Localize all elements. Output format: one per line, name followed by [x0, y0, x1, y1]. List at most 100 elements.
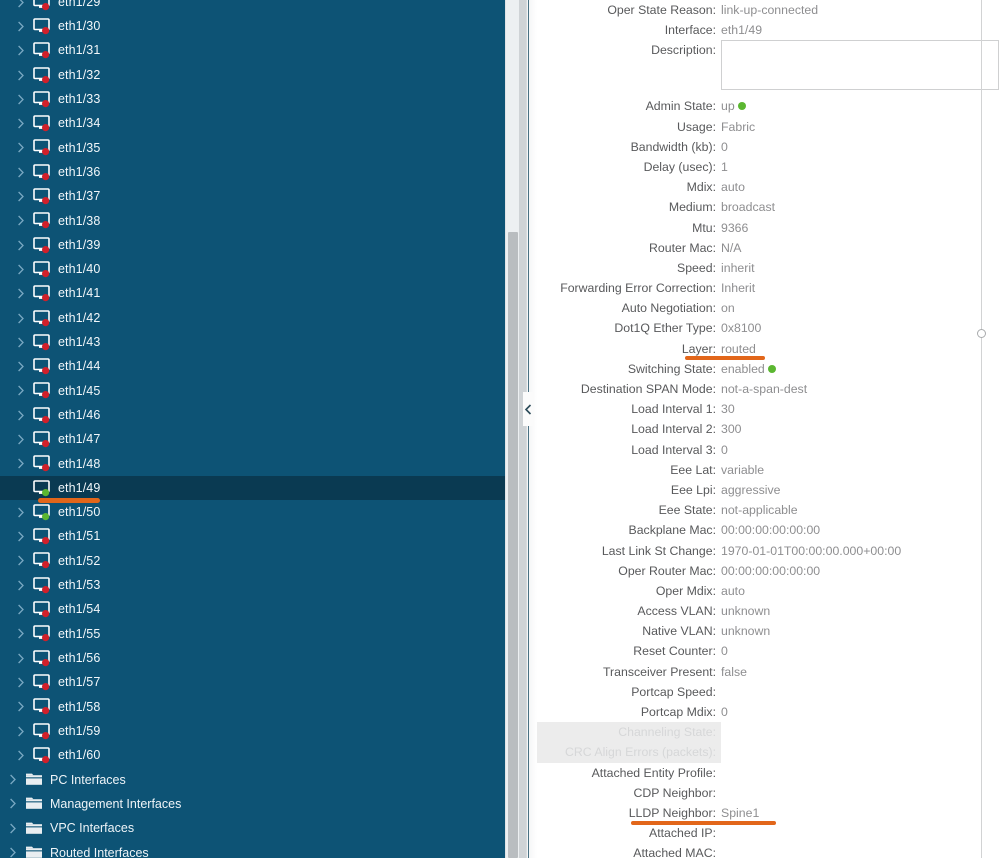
chevron-right-icon[interactable] [17, 385, 25, 396]
chevron-right-icon[interactable] [17, 240, 25, 251]
tree-item-eth1-33[interactable]: eth1/33 [0, 87, 519, 111]
description-textarea[interactable] [721, 40, 999, 91]
chevron-right-icon[interactable] [9, 774, 17, 785]
tree-item-eth1-40[interactable]: eth1/40 [0, 257, 519, 281]
tree-expand-toggle[interactable] [14, 0, 28, 8]
tree-expand-toggle[interactable] [14, 580, 28, 591]
panel-splitter[interactable] [519, 0, 537, 858]
tree-folder-routed-interfaces[interactable]: Routed Interfaces [0, 840, 519, 858]
chevron-right-icon[interactable] [17, 531, 25, 542]
tree-item-eth1-50[interactable]: eth1/50 [0, 500, 519, 524]
tree-expand-toggle[interactable] [14, 264, 28, 275]
chevron-right-icon[interactable] [17, 434, 25, 445]
chevron-right-icon[interactable] [17, 70, 25, 81]
tree-folder-management-interfaces[interactable]: Management Interfaces [0, 792, 519, 816]
tree-item-eth1-60[interactable]: eth1/60 [0, 743, 519, 767]
chevron-right-icon[interactable] [17, 142, 25, 153]
tree-item-eth1-45[interactable]: eth1/45 [0, 379, 519, 403]
tree-item-eth1-41[interactable]: eth1/41 [0, 282, 519, 306]
tree-expand-toggle[interactable] [6, 847, 20, 858]
tree-expand-toggle[interactable] [14, 118, 28, 129]
tree-expand-toggle[interactable] [14, 167, 28, 178]
tree-item-eth1-51[interactable]: eth1/51 [0, 525, 519, 549]
tree-expand-toggle[interactable] [6, 798, 20, 809]
chevron-right-icon[interactable] [9, 798, 17, 809]
chevron-right-icon[interactable] [17, 45, 25, 56]
chevron-right-icon[interactable] [17, 288, 25, 299]
tree-expand-toggle[interactable] [14, 94, 28, 105]
tree-folder-vpc-interfaces[interactable]: VPC Interfaces [0, 816, 519, 840]
tree-item-eth1-34[interactable]: eth1/34 [0, 111, 519, 135]
tree-expand-toggle[interactable] [14, 288, 28, 299]
tree-expand-toggle[interactable] [6, 823, 20, 834]
chevron-right-icon[interactable] [17, 118, 25, 129]
tree-expand-toggle[interactable] [14, 142, 28, 153]
tree-expand-toggle[interactable] [6, 774, 20, 785]
tree-expand-toggle[interactable] [14, 653, 28, 664]
tree-expand-toggle[interactable] [14, 21, 28, 32]
tree-item-eth1-39[interactable]: eth1/39 [0, 233, 519, 257]
tree-item-eth1-30[interactable]: eth1/30 [0, 14, 519, 38]
tree-expand-toggle[interactable] [14, 726, 28, 737]
tree-expand-toggle[interactable] [14, 191, 28, 202]
tree-vertical-scrollbar[interactable] [505, 0, 519, 858]
tree-item-eth1-55[interactable]: eth1/55 [0, 622, 519, 646]
chevron-right-icon[interactable] [17, 653, 25, 664]
chevron-right-icon[interactable] [17, 726, 25, 737]
tree-item-eth1-49[interactable]: eth1/49 [0, 475, 519, 504]
tree-expand-toggle[interactable] [14, 531, 28, 542]
tree-expand-toggle[interactable] [14, 555, 28, 566]
tree-item-eth1-44[interactable]: eth1/44 [0, 354, 519, 378]
tree-item-partial-top[interactable]: eth1/29 [0, 0, 519, 14]
splitter-collapse-handle[interactable] [523, 392, 534, 426]
tree-item-eth1-31[interactable]: eth1/31 [0, 39, 519, 63]
tree-expand-toggle[interactable] [14, 70, 28, 81]
tree-expand-toggle[interactable] [14, 628, 28, 639]
chevron-right-icon[interactable] [17, 191, 25, 202]
tree-item-eth1-57[interactable]: eth1/57 [0, 670, 519, 694]
tree-expand-toggle[interactable] [14, 385, 28, 396]
chevron-right-icon[interactable] [9, 823, 17, 834]
tree-item-eth1-58[interactable]: eth1/58 [0, 695, 519, 719]
tree-item-eth1-46[interactable]: eth1/46 [0, 403, 519, 427]
tree-expand-toggle[interactable] [14, 337, 28, 348]
chevron-right-icon[interactable] [17, 21, 25, 32]
tree-expand-toggle[interactable] [14, 240, 28, 251]
chevron-right-icon[interactable] [17, 410, 25, 421]
tree-expand-toggle[interactable] [14, 750, 28, 761]
chevron-right-icon[interactable] [17, 507, 25, 518]
tree-item-eth1-42[interactable]: eth1/42 [0, 306, 519, 330]
chevron-right-icon[interactable] [17, 458, 25, 469]
tree-item-eth1-48[interactable]: eth1/48 [0, 452, 519, 476]
chevron-right-icon[interactable] [17, 628, 25, 639]
chevron-right-icon[interactable] [9, 847, 17, 858]
tree-expand-toggle[interactable] [14, 410, 28, 421]
chevron-right-icon[interactable] [17, 580, 25, 591]
tree-expand-toggle[interactable] [14, 361, 28, 372]
chevron-right-icon[interactable] [17, 701, 25, 712]
tree-item-eth1-59[interactable]: eth1/59 [0, 719, 519, 743]
tree-expand-toggle[interactable] [14, 313, 28, 324]
tree-item-eth1-36[interactable]: eth1/36 [0, 160, 519, 184]
tree-expand-toggle[interactable] [14, 434, 28, 445]
tree-item-eth1-43[interactable]: eth1/43 [0, 330, 519, 354]
chevron-right-icon[interactable] [17, 264, 25, 275]
tree-expand-toggle[interactable] [14, 45, 28, 56]
tree-expand-toggle[interactable] [14, 604, 28, 615]
tree-expand-toggle[interactable] [14, 507, 28, 518]
chevron-right-icon[interactable] [17, 555, 25, 566]
chevron-right-icon[interactable] [17, 94, 25, 105]
chevron-right-icon[interactable] [17, 337, 25, 348]
tree-expand-toggle[interactable] [14, 215, 28, 226]
chevron-right-icon[interactable] [17, 750, 25, 761]
chevron-right-icon[interactable] [17, 215, 25, 226]
chevron-right-icon[interactable] [17, 604, 25, 615]
tree-item-eth1-47[interactable]: eth1/47 [0, 427, 519, 451]
tree-item-eth1-38[interactable]: eth1/38 [0, 209, 519, 233]
tree-item-eth1-35[interactable]: eth1/35 [0, 136, 519, 160]
tree-item-eth1-32[interactable]: eth1/32 [0, 63, 519, 87]
tree-item-eth1-52[interactable]: eth1/52 [0, 549, 519, 573]
chevron-right-icon[interactable] [17, 0, 25, 8]
tree-expand-toggle[interactable] [14, 677, 28, 688]
tree-folder-pc-interfaces[interactable]: PC Interfaces [0, 768, 519, 792]
